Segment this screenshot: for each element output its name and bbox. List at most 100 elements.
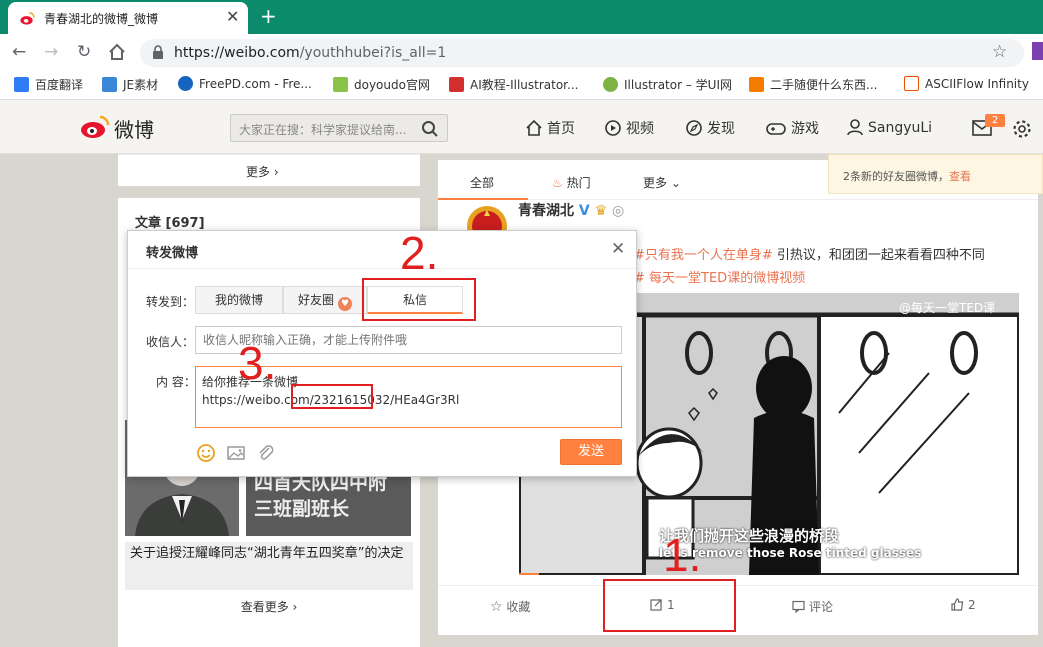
left-card-top: 更多 › xyxy=(118,154,420,186)
weibo-header: 微博 大家正在搜：科学家提议给南... 首页 视频 发现 游戏 SangyuLi… xyxy=(0,100,1043,154)
heart-icon: ♥ xyxy=(338,297,352,311)
browser-tab-bar: 青春湖北的微博_微博 ✕ + xyxy=(0,0,1043,34)
post-source-link[interactable]: # 每天一堂TED课的微博视频 xyxy=(634,267,805,286)
gamepad-icon xyxy=(766,123,786,135)
like-button[interactable]: 2 xyxy=(951,598,976,612)
home-icon xyxy=(526,119,542,136)
ai-icon xyxy=(449,77,464,92)
annotation-number-3: 3. xyxy=(238,337,277,389)
content-line-2: https://weibo.com/2321615032/HEa4Gr3Rl xyxy=(202,393,460,407)
bookmark-item[interactable]: 二手随便什么东西... xyxy=(749,76,877,94)
verified-icon: V xyxy=(578,203,590,219)
info-icon xyxy=(178,76,193,91)
forward-friends-tab[interactable]: 好友圈 ♥ xyxy=(283,286,367,314)
forward-to-label: 转发到： xyxy=(146,295,195,309)
close-icon[interactable]: ✕ xyxy=(611,240,625,258)
article-caption[interactable]: 关于追授汪耀峰同志“湖北青年五四奖章”的决定 xyxy=(125,542,413,590)
bookmark-item[interactable]: doyoudo官网 xyxy=(333,76,430,94)
article-image-text-line2: 三班副班长 xyxy=(254,498,350,520)
more-link[interactable]: 更多 › xyxy=(246,163,279,180)
tab-more[interactable]: 更多 ⌄ xyxy=(643,174,681,191)
medal-icon: ◎ xyxy=(612,203,625,219)
image-icon[interactable] xyxy=(226,443,246,463)
video-icon xyxy=(605,120,621,136)
attachment-icon[interactable] xyxy=(256,443,276,463)
annotation-box-3 xyxy=(291,384,373,409)
post-actions: ☆ 收藏 1 评论 2 xyxy=(438,585,1038,625)
dialog-header: 转发微博 ✕ xyxy=(128,231,636,269)
weibo-logo[interactable]: 微博 xyxy=(80,113,170,142)
tab-title: 青春湖北的微博_微博 xyxy=(44,12,159,26)
bookmark-item[interactable]: AI教程-Illustrator... xyxy=(449,76,578,94)
user-icon xyxy=(847,119,863,136)
post-author[interactable]: 青春湖北 V ♛ ◎ xyxy=(518,200,624,220)
tab-close-icon[interactable]: ✕ xyxy=(226,8,239,26)
asciiflow-icon xyxy=(904,76,919,91)
dialog-title: 转发微博 xyxy=(146,246,199,261)
notification-text: 2条新的好友圈微博，查看 xyxy=(843,170,971,183)
url-text: https://weibo.com/youthhubei?is_all=1 xyxy=(174,45,447,61)
comment-icon xyxy=(792,600,805,613)
video-watermark: @每天一堂TED课 xyxy=(899,301,996,315)
forward-dialog: 转发微博 ✕ 转发到： 我的微博 好友圈♥ 私信 收信人： 内 容： 给你推荐一… xyxy=(127,230,637,477)
je-icon xyxy=(102,77,117,92)
leaf-icon xyxy=(333,77,348,92)
new-post-notification: 2条新的好友圈微博，查看 xyxy=(828,154,1043,194)
annotation-box-2 xyxy=(362,278,476,321)
reload-icon[interactable]: ↻ xyxy=(77,42,91,62)
forward-icon[interactable]: → xyxy=(44,42,58,62)
forward-my-weibo-tab[interactable]: 我的微博 xyxy=(195,286,283,314)
gear-icon[interactable] xyxy=(1012,119,1032,139)
send-button[interactable]: 发送 xyxy=(560,439,622,465)
nav-discover[interactable]: 发现 xyxy=(685,118,735,138)
translate-icon xyxy=(14,77,29,92)
bookmark-item[interactable]: JE素材 xyxy=(102,76,158,94)
recipient-label: 收信人： xyxy=(146,335,195,349)
browser-toolbar: ← → ↻ https://weibo.com/youthhubei?is_al… xyxy=(0,34,1043,70)
weibo-eye-icon xyxy=(81,115,110,138)
annotation-number-1: 1. xyxy=(663,529,702,581)
bookmark-item[interactable]: Illustrator – 学UI网 xyxy=(603,76,732,94)
articles-title[interactable]: 文章 [697] xyxy=(135,212,205,231)
nav-user[interactable]: SangyuLi xyxy=(846,118,932,136)
tab-all[interactable]: 全部 xyxy=(470,174,494,191)
weibo-logo-text: 微博 xyxy=(114,118,154,142)
nav-game[interactable]: 游戏 xyxy=(765,118,819,138)
bookmark-item[interactable]: 百度翻译 xyxy=(14,76,83,94)
nav-video[interactable]: 视频 xyxy=(604,118,654,138)
avatar[interactable] xyxy=(462,200,512,230)
star-outline-icon: ☆ xyxy=(490,599,503,615)
chevron-down-icon: ⌄ xyxy=(670,176,681,190)
crown-icon: ♛ xyxy=(594,203,608,219)
weibo-search-input[interactable]: 大家正在搜：科学家提议给南... xyxy=(239,121,414,138)
content-label: 内 容： xyxy=(156,375,196,389)
search-icon[interactable] xyxy=(421,120,439,138)
address-bar[interactable]: https://weibo.com/youthhubei?is_all=1 ☆ xyxy=(140,39,1024,67)
message-badge: 2 xyxy=(985,114,1005,127)
home-icon[interactable] xyxy=(108,43,126,61)
emoji-icon[interactable] xyxy=(196,443,216,463)
bookmark-item[interactable]: ASCIIFlow Infinity xyxy=(904,76,1029,94)
extension-icon[interactable] xyxy=(1032,42,1043,60)
tab-hot[interactable]: ♨ 热门 xyxy=(552,174,591,191)
comment-button[interactable]: 评论 xyxy=(792,598,833,615)
post-hashtag[interactable]: #只有我一个人在单身# xyxy=(634,248,773,263)
browser-tab[interactable]: 青春湖北的微博_微博 ✕ xyxy=(8,2,248,34)
annotation-number-2: 2. xyxy=(400,227,439,279)
bookmark-star-icon[interactable]: ☆ xyxy=(992,42,1007,62)
nav-home[interactable]: 首页 xyxy=(525,118,575,138)
see-more-link[interactable]: 查看更多 › xyxy=(118,598,420,615)
bookmark-item[interactable]: FreePD.com - Fre... xyxy=(178,76,312,94)
xueui-icon xyxy=(603,77,618,92)
weibo-search-box[interactable]: 大家正在搜：科学家提议给南... xyxy=(230,114,448,142)
notification-view-link[interactable]: 查看 xyxy=(949,170,971,183)
compass-icon xyxy=(686,120,702,136)
new-tab-button[interactable]: + xyxy=(260,5,277,27)
xianyu-icon xyxy=(749,77,764,92)
annotation-box-1 xyxy=(603,579,736,632)
fire-icon: ♨ xyxy=(552,176,563,190)
favorite-button[interactable]: ☆ 收藏 xyxy=(490,598,530,615)
weibo-favicon-icon xyxy=(20,12,35,25)
lock-icon xyxy=(153,45,163,59)
back-icon[interactable]: ← xyxy=(12,42,26,62)
